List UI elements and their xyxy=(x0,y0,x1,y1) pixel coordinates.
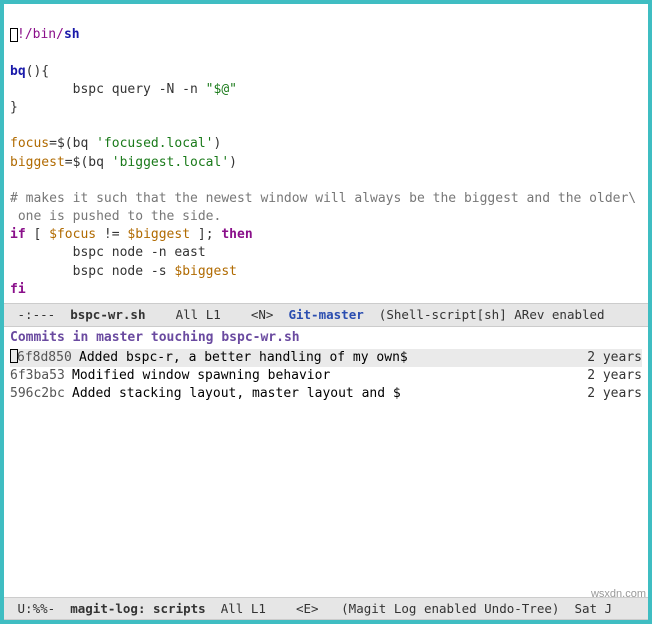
commit-row[interactable]: 6f3ba53Modified window spawning behavior… xyxy=(10,367,642,385)
commit-list: 6f8d850Added bspc-r, a better handling o… xyxy=(4,349,648,404)
line: fi xyxy=(10,282,26,297)
modeline-bottom[interactable]: U:%%- magit-log: scripts All L1 <E> (Mag… xyxy=(4,597,648,621)
modeline-position: All L1 <N> xyxy=(145,307,288,322)
modeline-status: -:--- xyxy=(10,307,70,322)
text: bspc node -n east xyxy=(10,245,206,260)
keyword: if xyxy=(10,227,26,242)
string: "$@" xyxy=(206,82,237,97)
text: Commits in xyxy=(10,330,96,345)
var: $biggest xyxy=(127,227,190,242)
line: bq(){ xyxy=(10,64,49,79)
text: } xyxy=(10,100,18,115)
commit-age: 2 years xyxy=(579,367,642,385)
keyword: then xyxy=(221,227,252,242)
modeline-status: U:%%- xyxy=(10,601,70,616)
line: } xyxy=(10,100,18,115)
text: != xyxy=(96,227,127,242)
editor-pane[interactable]: !/bin/sh bq(){ bspc query -N -n "$@" } f… xyxy=(4,4,648,303)
commit-hash: 596c2bc xyxy=(10,385,72,403)
watermark: wsxdn.com xyxy=(591,587,646,602)
branch-name: master xyxy=(96,330,143,345)
var: $biggest xyxy=(174,264,237,279)
text: bq xyxy=(88,155,104,170)
spacer xyxy=(4,403,648,596)
redacted-text xyxy=(408,350,455,365)
line: biggest=$(bq 'biggest.local') xyxy=(10,155,237,170)
text: =$( xyxy=(49,136,72,151)
func-name: bq xyxy=(10,64,26,79)
file-name: bspc-wr.sh xyxy=(221,330,299,345)
comment: one is pushed to the side. xyxy=(10,209,221,224)
shell-name: sh xyxy=(64,27,80,42)
commit-hash: 6f8d850 xyxy=(17,349,79,367)
emacs-frame: !/bin/sh bq(){ bspc query -N -n "$@" } f… xyxy=(0,0,652,624)
commit-row[interactable]: 596c2bcAdded stacking layout, master lay… xyxy=(10,385,642,403)
modeline-top[interactable]: -:--- bspc-wr.sh All L1 <N> Git-master (… xyxy=(4,303,648,327)
string: 'biggest.local' xyxy=(112,155,229,170)
var: biggest xyxy=(10,155,65,170)
commit-age: 2 years xyxy=(579,349,642,367)
modeline-git-branch: Git-master xyxy=(288,307,363,322)
redacted-text xyxy=(401,386,448,401)
commit-row[interactable]: 6f8d850Added bspc-r, a better handling o… xyxy=(10,349,642,367)
text: (){ xyxy=(26,64,49,79)
line: bspc node -s $biggest xyxy=(10,264,237,279)
var: focus xyxy=(10,136,49,151)
line: # makes it such that the newest window w… xyxy=(10,191,636,206)
line: bspc node -n east xyxy=(10,245,206,260)
commit-age: 2 years xyxy=(579,385,642,403)
line: bspc query -N -n "$@" xyxy=(10,82,237,97)
line: if [ $focus != $biggest ]; then xyxy=(10,227,253,242)
text xyxy=(88,136,96,151)
text: ]; xyxy=(190,227,221,242)
modeline-position: All L1 <E> xyxy=(206,601,341,616)
shebang: !/bin/ xyxy=(17,27,64,42)
commit-message: Modified window spawning behavior xyxy=(72,367,579,385)
line: one is pushed to the side. xyxy=(10,209,221,224)
var: $focus xyxy=(49,227,96,242)
line: focus=$(bq 'focused.local') xyxy=(10,136,221,151)
comment: # makes it such that the newest window w… xyxy=(10,191,636,206)
text: touching xyxy=(143,330,221,345)
text xyxy=(104,155,112,170)
line: !/bin/sh xyxy=(10,27,80,42)
modeline-major-mode: (Shell-script[sh] ARev enabled xyxy=(364,307,605,322)
modeline-major-mode: (Magit Log enabled Undo-Tree) Sat J xyxy=(341,601,612,616)
text: bspc node -s xyxy=(10,264,174,279)
text: =$( xyxy=(65,155,88,170)
text: bq xyxy=(73,136,89,151)
modeline-buffer-name: bspc-wr.sh xyxy=(70,307,145,322)
text: ) xyxy=(214,136,222,151)
text: ) xyxy=(229,155,237,170)
string: 'focused.local' xyxy=(96,136,213,151)
commit-hash: 6f3ba53 xyxy=(10,367,72,385)
commit-message: Added bspc-r, a better handling of my ow… xyxy=(79,349,579,367)
commit-message: Added stacking layout, master layout and… xyxy=(72,385,579,403)
magit-log-header: Commits in master touching bspc-wr.sh xyxy=(4,327,648,349)
modeline-buffer-name: magit-log: scripts xyxy=(70,601,205,616)
keyword: fi xyxy=(10,282,26,297)
text: [ xyxy=(26,227,49,242)
text: bspc query -N -n xyxy=(10,82,206,97)
